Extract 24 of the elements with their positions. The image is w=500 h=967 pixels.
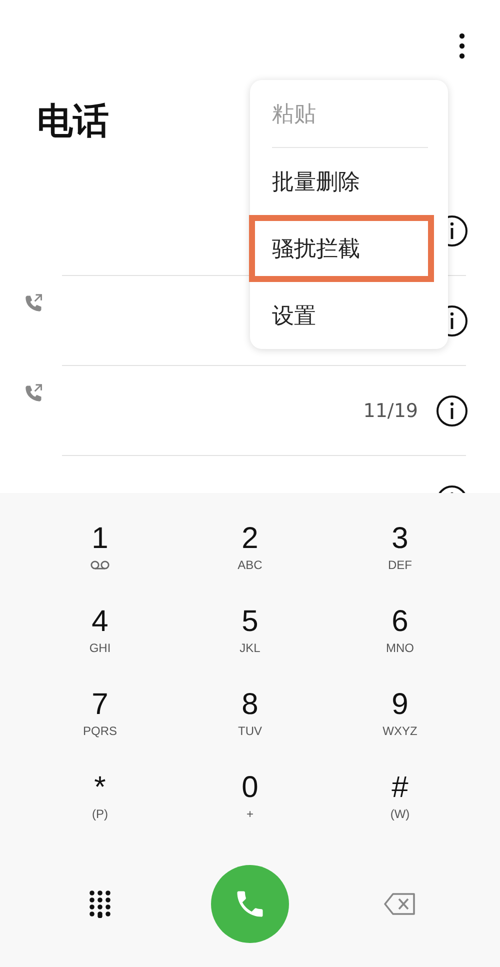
backspace-icon: [384, 893, 416, 915]
voicemail-icon: [90, 560, 110, 570]
dial-key[interactable]: 6 MNO: [325, 604, 475, 687]
dial-key[interactable]: 0 +: [175, 770, 325, 853]
menu-item[interactable]: 设置: [249, 282, 434, 349]
dial-key[interactable]: 8 TUV: [175, 687, 325, 770]
dial-key[interactable]: 7 PQRS: [25, 687, 175, 770]
dial-key[interactable]: # (W): [325, 770, 475, 853]
dial-key[interactable]: * (P): [25, 770, 175, 853]
dial-key[interactable]: 4 GHI: [25, 604, 175, 687]
dial-key[interactable]: 3 DEF: [325, 521, 475, 604]
dial-key[interactable]: 2 ABC: [175, 521, 325, 604]
keypad-toggle-button[interactable]: [89, 890, 111, 918]
dial-key[interactable]: 9 WXYZ: [325, 687, 475, 770]
page-title: 电话: [37, 100, 109, 144]
dialpad-icon: [89, 890, 111, 918]
menu-item[interactable]: 批量删除: [249, 148, 434, 215]
dial-key[interactable]: 5 JKL: [175, 604, 325, 687]
call-date: 11/19: [363, 400, 418, 422]
menu-item[interactable]: 骚扰拦截: [249, 215, 434, 282]
kebab-icon: [459, 33, 465, 59]
info-icon[interactable]: [436, 395, 468, 427]
dial-key[interactable]: 1: [25, 521, 175, 604]
backspace-button[interactable]: [384, 893, 416, 915]
